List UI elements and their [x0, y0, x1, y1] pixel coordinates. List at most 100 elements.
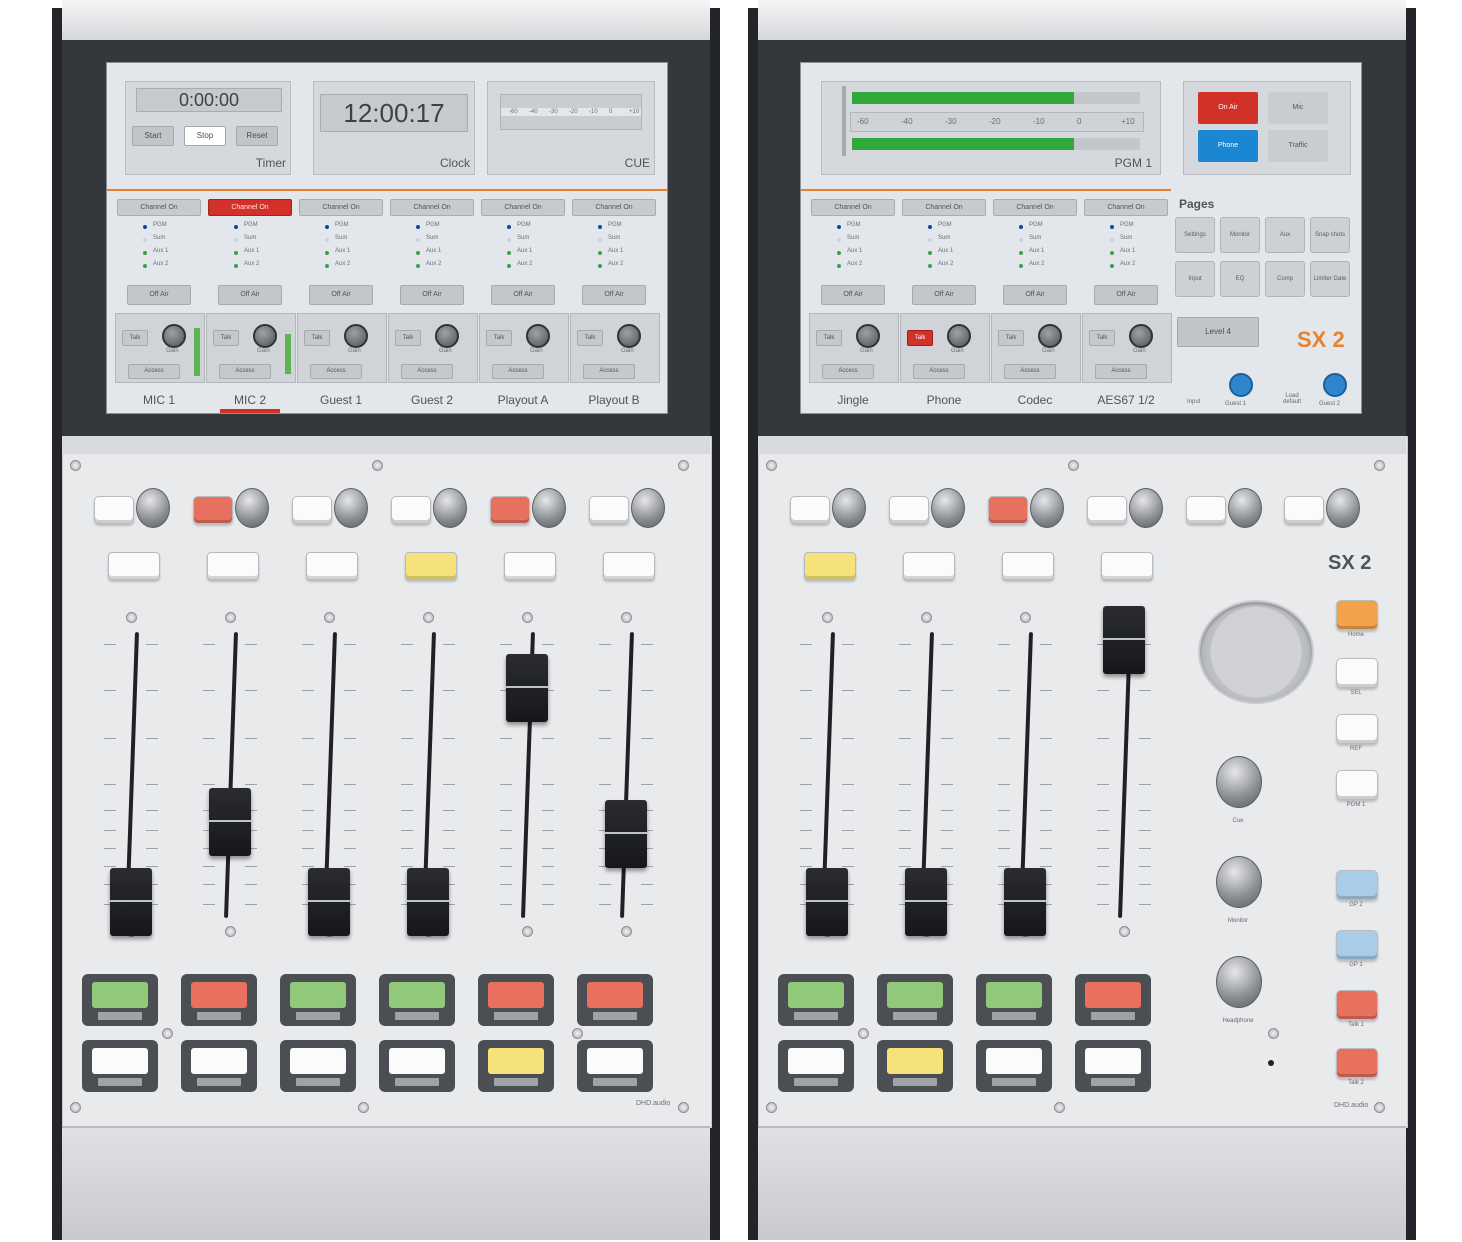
channel-on-button[interactable]: Channel On — [117, 199, 201, 216]
function-key[interactable] — [1336, 714, 1378, 744]
touch-screen[interactable]: -60 -40 -30 -20 -10 0 +10 PGM 1 On Air Phone M… — [800, 62, 1362, 414]
channel-on-key[interactable] — [976, 974, 1052, 1026]
channel-on-key[interactable] — [280, 974, 356, 1026]
channel-on-button[interactable]: Channel On — [208, 199, 292, 216]
fader-cap[interactable] — [506, 654, 548, 722]
channel-pfl-key[interactable] — [478, 1040, 554, 1092]
talk-button[interactable]: Talk — [1089, 330, 1115, 346]
talk-button[interactable]: Talk — [395, 330, 421, 346]
talk-button[interactable]: Talk — [122, 330, 148, 346]
monitor-knob[interactable] — [1216, 956, 1262, 1008]
channel-on-button[interactable]: Channel On — [902, 199, 986, 216]
off-air-button[interactable]: Off Air — [309, 285, 373, 305]
page-button[interactable]: Comp — [1265, 261, 1305, 297]
channel-pfl-key[interactable] — [82, 1040, 158, 1092]
traffic-button[interactable]: Traffic — [1268, 130, 1328, 162]
channel-select-button[interactable] — [391, 496, 431, 524]
access-button[interactable]: Access — [583, 364, 635, 379]
channel-function-button[interactable] — [108, 552, 160, 580]
channel-pfl-key[interactable] — [379, 1040, 455, 1092]
level-button[interactable]: Level 4 — [1177, 317, 1259, 347]
channel-function-button[interactable] — [306, 552, 358, 580]
gain-knob[interactable] — [253, 324, 277, 348]
access-button[interactable]: Access — [401, 364, 453, 379]
channel-function-button[interactable] — [804, 552, 856, 580]
mic-button[interactable]: Mic — [1268, 92, 1328, 124]
channel-on-key[interactable] — [181, 974, 257, 1026]
off-air-button[interactable]: Off Air — [400, 285, 464, 305]
gain-knob[interactable] — [344, 324, 368, 348]
function-key[interactable] — [1336, 930, 1378, 960]
channel-function-button[interactable] — [903, 552, 955, 580]
talk-button[interactable]: Talk — [816, 330, 842, 346]
function-key[interactable] — [1336, 658, 1378, 688]
timer-reset-button[interactable]: Reset — [236, 126, 278, 146]
off-air-button[interactable]: Off Air — [127, 285, 191, 305]
talk-button[interactable]: Talk — [304, 330, 330, 346]
channel-gain-knob[interactable] — [235, 488, 269, 528]
timer-start-button[interactable]: Start — [132, 126, 174, 146]
channel-pfl-key[interactable] — [877, 1040, 953, 1092]
channel-pfl-key[interactable] — [181, 1040, 257, 1092]
access-button[interactable]: Access — [822, 364, 874, 379]
off-air-button[interactable]: Off Air — [582, 285, 646, 305]
monitor-knob[interactable] — [1216, 756, 1262, 808]
page-button[interactable]: Settings — [1175, 217, 1215, 253]
channel-on-button[interactable]: Channel On — [1084, 199, 1168, 216]
off-air-button[interactable]: Off Air — [912, 285, 976, 305]
fader-cap[interactable] — [806, 868, 848, 936]
page-button[interactable]: Input — [1175, 261, 1215, 297]
channel-on-key[interactable] — [577, 974, 653, 1026]
channel-on-button[interactable]: Channel On — [481, 199, 565, 216]
gain-knob[interactable] — [1129, 324, 1153, 348]
channel-gain-knob[interactable] — [931, 488, 965, 528]
talk-button[interactable]: Talk — [577, 330, 603, 346]
off-air-button[interactable]: Off Air — [491, 285, 555, 305]
function-key[interactable] — [1336, 770, 1378, 800]
channel-gain-knob[interactable] — [532, 488, 566, 528]
channel-select-button[interactable] — [889, 496, 929, 524]
channel-function-button[interactable] — [1002, 552, 1054, 580]
monitor-knob[interactable] — [1216, 856, 1262, 908]
talk-button[interactable]: Talk — [998, 330, 1024, 346]
access-button[interactable]: Access — [310, 364, 362, 379]
channel-select-button[interactable] — [1087, 496, 1127, 524]
channel-gain-knob[interactable] — [433, 488, 467, 528]
access-button[interactable]: Access — [219, 364, 271, 379]
channel-select-button[interactable] — [988, 496, 1028, 524]
guest1-encoder[interactable] — [1229, 373, 1253, 397]
channel-gain-knob[interactable] — [1228, 488, 1262, 528]
gain-knob[interactable] — [856, 324, 880, 348]
page-button[interactable]: Monitor Select — [1220, 217, 1260, 272]
channel-function-button[interactable] — [207, 552, 259, 580]
timer-stop-button[interactable]: Stop — [184, 126, 226, 146]
onair-button[interactable]: On Air — [1198, 92, 1258, 124]
function-key[interactable] — [1336, 1048, 1378, 1078]
channel-on-button[interactable]: Channel On — [390, 199, 474, 216]
channel-on-key[interactable] — [877, 974, 953, 1026]
channel-on-key[interactable] — [478, 974, 554, 1026]
channel-select-button[interactable] — [1284, 496, 1324, 524]
channel-gain-knob[interactable] — [631, 488, 665, 528]
channel-on-button[interactable]: Channel On — [572, 199, 656, 216]
channel-gain-knob[interactable] — [1030, 488, 1064, 528]
fader-cap[interactable] — [1004, 868, 1046, 936]
fader-cap[interactable] — [605, 800, 647, 868]
channel-pfl-key[interactable] — [280, 1040, 356, 1092]
channel-gain-knob[interactable] — [1129, 488, 1163, 528]
channel-on-button[interactable]: Channel On — [299, 199, 383, 216]
channel-on-key[interactable] — [82, 974, 158, 1026]
function-key[interactable] — [1336, 600, 1378, 630]
off-air-button[interactable]: Off Air — [218, 285, 282, 305]
fader-cap[interactable] — [905, 868, 947, 936]
access-button[interactable]: Access — [128, 364, 180, 379]
gain-knob[interactable] — [526, 324, 550, 348]
channel-on-key[interactable] — [1075, 974, 1151, 1026]
access-button[interactable]: Access — [1095, 364, 1147, 379]
gain-knob[interactable] — [1038, 324, 1062, 348]
fader-cap[interactable] — [308, 868, 350, 936]
fader-cap[interactable] — [407, 868, 449, 936]
gain-knob[interactable] — [435, 324, 459, 348]
channel-gain-knob[interactable] — [136, 488, 170, 528]
channel-pfl-key[interactable] — [778, 1040, 854, 1092]
